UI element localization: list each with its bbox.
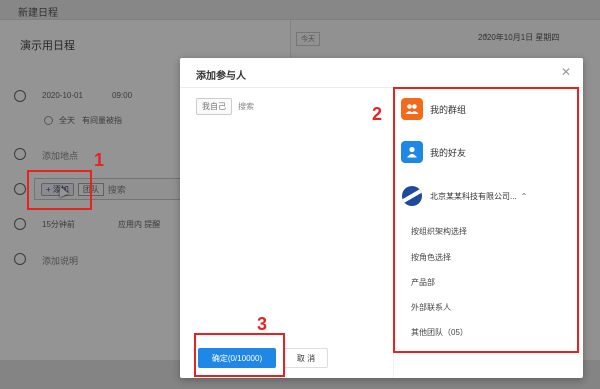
search-input[interactable]: 搜索 [238,101,254,112]
annotation-box-1 [27,170,92,210]
selected-participants: 我自己 搜索 [196,98,254,115]
dialog-title: 添加参与人 [196,71,246,82]
dialog-header: 添加参与人 ✕ [180,58,583,88]
annotation-number-3: 3 [257,314,268,334]
annotation-box-3 [194,333,285,377]
cancel-button[interactable]: 取 消 [284,348,328,368]
annotation-number-1: 1 [94,150,105,170]
close-icon[interactable]: ✕ [561,65,571,79]
selected-tag[interactable]: 我自己 [196,98,232,115]
annotation-number-2: 2 [372,104,383,124]
annotation-box-2 [393,87,579,353]
